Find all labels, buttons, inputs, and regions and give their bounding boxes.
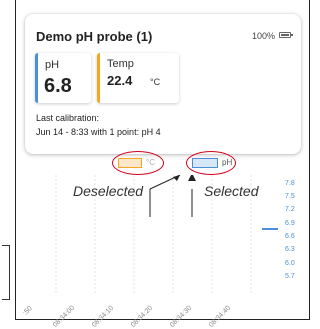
- temp-tile[interactable]: Temp 22.4 °C: [97, 53, 179, 103]
- ph-label: pH: [45, 59, 60, 71]
- deselected-annotation: Deselected: [73, 183, 144, 199]
- ph-value: 6.8: [44, 75, 72, 97]
- legend-ph-swatch[interactable]: [192, 158, 218, 168]
- temp-unit: °C: [150, 77, 161, 87]
- calibration-heading: Last calibration:: [36, 113, 100, 123]
- temp-value: 22.4: [107, 73, 133, 88]
- y-tick-label: 7.5: [285, 193, 295, 200]
- ph-data-line: [262, 228, 278, 230]
- deselected-arrowhead: [173, 175, 180, 181]
- legend-temp-label[interactable]: °C: [146, 158, 155, 167]
- y-tick-label: 5.7: [285, 273, 295, 280]
- ph-tile[interactable]: pH 6.8: [35, 53, 91, 103]
- probe-card[interactable]: Demo pH probe (1) 100% pH 6.8 Temp 22.4 …: [25, 14, 301, 154]
- y-tick-label: 6.6: [285, 233, 295, 240]
- y-tick-label: 7.8: [285, 180, 295, 187]
- y-tick-label: 7.2: [285, 206, 295, 213]
- battery-percent: 100%: [251, 31, 275, 41]
- legend-ph-label[interactable]: pH: [222, 158, 232, 167]
- adjacent-panel-edge: [2, 245, 10, 300]
- y-tick-label: 6.0: [285, 260, 295, 267]
- battery-icon: [279, 32, 293, 38]
- selected-arrowhead: [188, 175, 196, 181]
- y-tick-label: 6.3: [285, 246, 295, 253]
- legend-temp-swatch[interactable]: [118, 158, 142, 168]
- y-tick-label: 6.9: [285, 220, 295, 227]
- selected-annotation: Selected: [204, 183, 259, 199]
- probe-title: Demo pH probe (1): [36, 29, 153, 44]
- temp-label: Temp: [107, 58, 134, 70]
- calibration-detail: Jun 14 - 8:33 with 1 point: pH 4: [36, 127, 161, 137]
